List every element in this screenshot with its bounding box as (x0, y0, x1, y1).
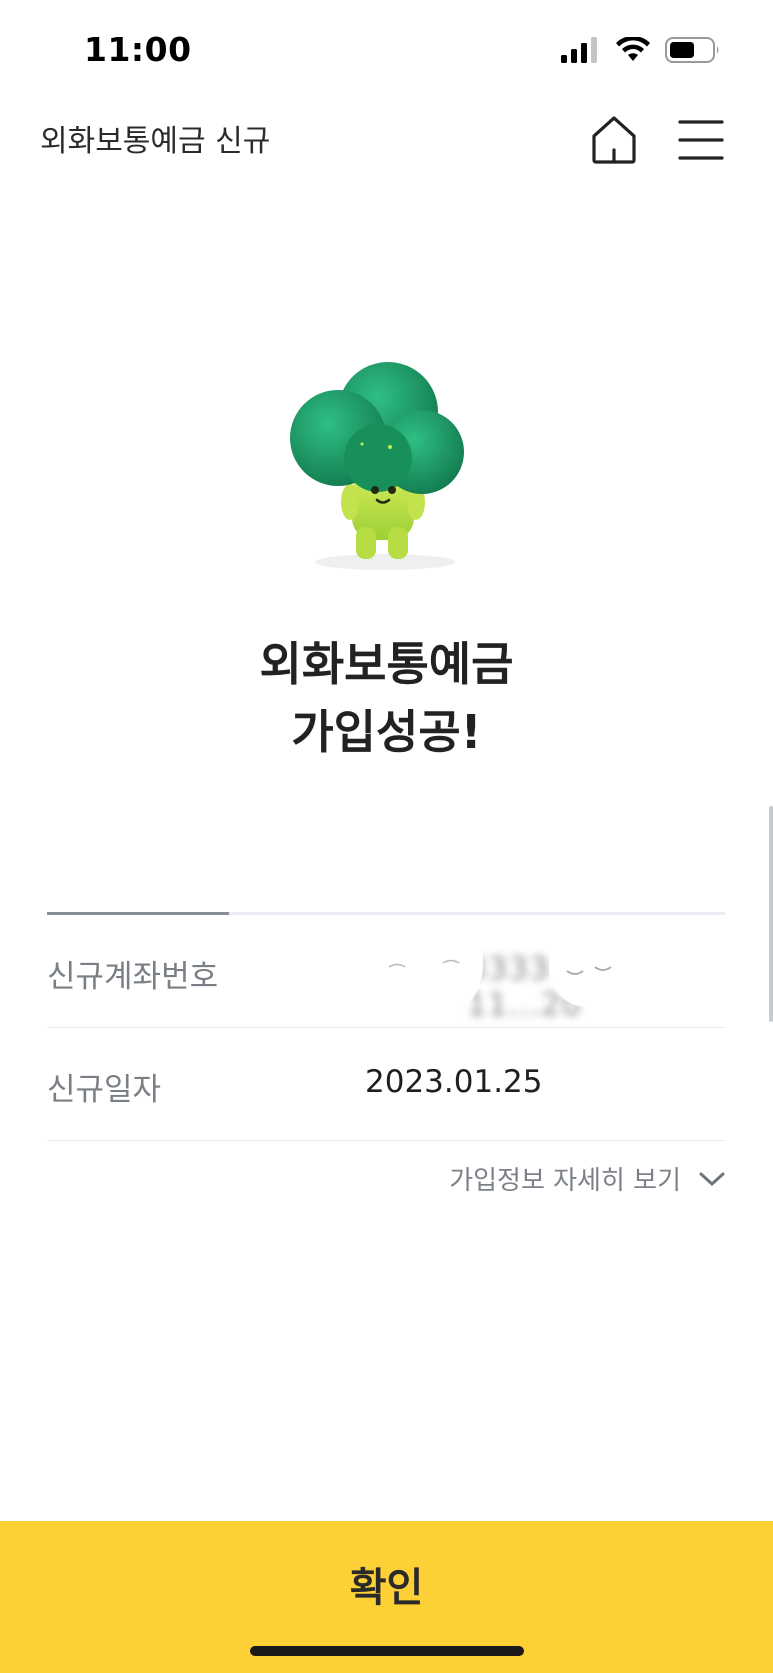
account-number-row: 신규계좌번호 3333-28-11...20 (47, 915, 725, 1028)
home-icon (592, 116, 636, 164)
home-button[interactable] (590, 114, 638, 166)
privacy-mask-icon (377, 921, 625, 1009)
status-time: 11:00 (84, 30, 192, 69)
status-icons (561, 36, 721, 64)
view-details-link[interactable]: 가입정보 자세히 보기 (449, 1160, 725, 1197)
battery-icon (665, 37, 719, 63)
menu-icon (678, 120, 724, 160)
signal-icon (561, 37, 597, 63)
chevron-down-icon (699, 1172, 725, 1185)
masked-account-number: 3333-28-11...20 (337, 921, 697, 1023)
app-header: 외화보통예금 신규 (0, 100, 773, 180)
page-title: 외화보통예금 신규 (40, 124, 271, 159)
wifi-icon (616, 37, 650, 61)
home-indicator[interactable] (250, 1646, 524, 1656)
menu-button[interactable] (678, 118, 724, 162)
status-bar: 11:00 (0, 0, 773, 100)
broccoli-character-illustration (290, 362, 480, 572)
open-date-label: 신규일자 (47, 1072, 162, 1108)
open-date-row: 신규일자 2023.01.25 (47, 1028, 725, 1141)
scroll-indicator[interactable] (769, 806, 773, 1022)
success-heading-line2: 가입성공! (291, 705, 482, 759)
account-info-table: 신규계좌번호 3333-28-11...20 신규일자 2023.01.25 (47, 912, 725, 1141)
confirm-button-label: 확인 (349, 1565, 424, 1611)
success-heading: 외화보통예금 가입성공! (0, 630, 773, 766)
open-date-value: 2023.01.25 (365, 1064, 543, 1100)
success-heading-line1: 외화보통예금 (259, 637, 514, 691)
view-details-label: 가입정보 자세히 보기 (449, 1166, 681, 1196)
account-number-label: 신규계좌번호 (47, 959, 219, 995)
